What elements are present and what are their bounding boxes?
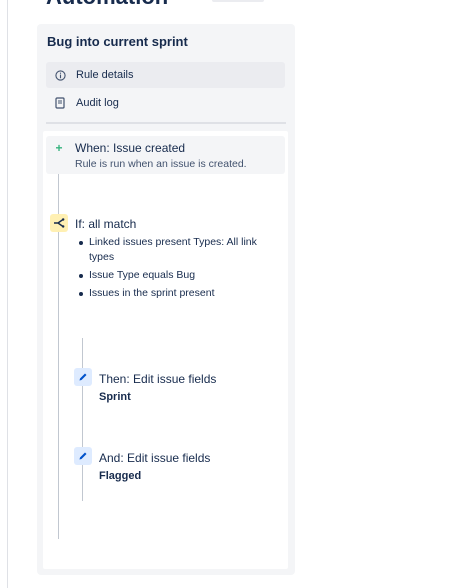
condition-title[interactable]: If: all match bbox=[75, 217, 136, 231]
rule-panel: Bug into current sprint Rule details Aud… bbox=[37, 24, 295, 575]
page-title: Automation bbox=[46, 0, 168, 10]
nav-rule-details[interactable]: Rule details bbox=[46, 62, 285, 88]
nav-audit-log[interactable]: Audit log bbox=[46, 90, 285, 116]
header-button-stub[interactable] bbox=[212, 0, 264, 2]
rule-name: Bug into current sprint bbox=[47, 34, 188, 49]
pencil-icon bbox=[74, 368, 92, 386]
trigger-component[interactable]: + When: Issue created Rule is run when a… bbox=[46, 136, 285, 174]
action-field: Sprint bbox=[99, 391, 131, 403]
plus-icon: + bbox=[55, 141, 63, 155]
nav-label: Rule details bbox=[76, 69, 134, 81]
condition-item: Issue Type equals Bug bbox=[79, 268, 269, 283]
pencil-icon bbox=[74, 447, 92, 465]
condition-list: Linked issues present Types: All link ty… bbox=[79, 235, 269, 304]
rule-canvas: + When: Issue created Rule is run when a… bbox=[43, 131, 288, 569]
condition-item: Issues in the sprint present bbox=[79, 286, 269, 301]
action-title[interactable]: And: Edit issue fields bbox=[99, 451, 210, 465]
branch-line bbox=[82, 338, 83, 501]
action-title[interactable]: Then: Edit issue fields bbox=[99, 372, 216, 386]
action-field: Flagged bbox=[99, 470, 142, 482]
nav-label: Audit log bbox=[76, 97, 119, 109]
document-icon bbox=[53, 96, 67, 110]
divider bbox=[46, 122, 286, 124]
branch-icon bbox=[50, 214, 68, 232]
left-border bbox=[7, 0, 8, 588]
info-icon bbox=[53, 68, 67, 82]
trigger-title: When: Issue created bbox=[75, 141, 186, 155]
condition-item: Linked issues present Types: All link ty… bbox=[79, 235, 269, 265]
trigger-description: Rule is run when an issue is created. bbox=[75, 158, 247, 170]
